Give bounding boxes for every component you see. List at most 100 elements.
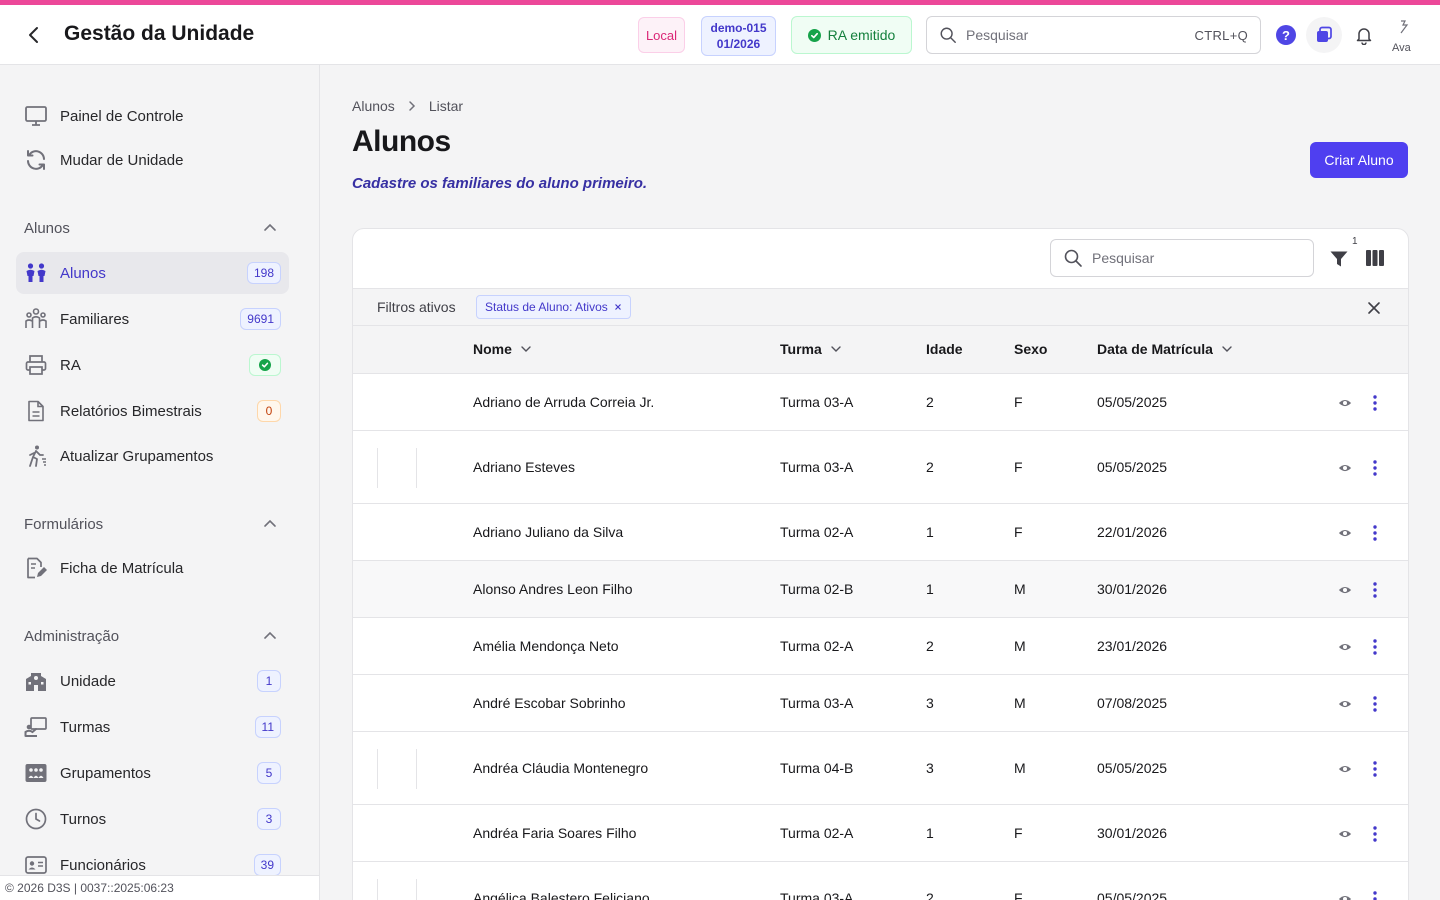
- cell-turma: Turma 02-A: [780, 825, 854, 841]
- view-button[interactable]: [1335, 523, 1355, 543]
- more-actions-button[interactable]: [1365, 824, 1385, 844]
- check-circle-icon: [807, 28, 821, 42]
- sidebar-item-alunos[interactable]: Alunos 198: [16, 252, 289, 294]
- table-search[interactable]: [1050, 239, 1314, 277]
- table-row[interactable]: Angélica Balestero Feliciano Turma 03-A 2 F…: [353, 862, 1408, 900]
- more-vertical-icon: [1373, 826, 1377, 842]
- sidebar-item-turmas[interactable]: Turmas 11: [16, 706, 289, 748]
- table-row[interactable]: Adriano de Arruda Correia Jr. Turma 03-A 2…: [353, 374, 1408, 431]
- sidebar-item-painel-de-controle[interactable]: Painel de Controle: [16, 95, 289, 137]
- switch-apps-button[interactable]: [1306, 17, 1342, 53]
- cell-nome: Adriano de Arruda Correia Jr.: [473, 394, 655, 410]
- sidebar-item-mudar-de-unidade[interactable]: Mudar de Unidade: [16, 139, 289, 181]
- sidebar-item-relatorios-bimestrais[interactable]: Relatórios Bimestrais 0: [16, 390, 289, 432]
- table-row[interactable]: Adriano Esteves Turma 03-A 2 F 05/05/2025: [353, 431, 1408, 504]
- view-button[interactable]: [1335, 458, 1355, 478]
- eye-icon: [1338, 399, 1352, 407]
- table-row[interactable]: Adriano Juliano da Silva Turma 02-A 1 F 22/0…: [353, 504, 1408, 561]
- cell-turma: Turma 03-A: [780, 459, 854, 475]
- refresh-icon: [24, 148, 48, 172]
- table-row[interactable]: Amélia Mendonça Neto Turma 02-A 2 M 23/01/20…: [353, 618, 1408, 675]
- ra-ok-badge: [249, 354, 281, 376]
- breadcrumb-alunos[interactable]: Alunos: [352, 98, 395, 114]
- sidebar-item-label: Turmas: [60, 718, 111, 736]
- sidebar-item-label: Relatórios Bimestrais: [60, 402, 202, 420]
- sidebar-item-familiares[interactable]: Familiares 9691: [16, 298, 289, 340]
- cell-data-matricula: 05/05/2025: [1097, 394, 1168, 410]
- sidebar-item-atualizar-grupamentos[interactable]: Atualizar Grupamentos: [16, 435, 289, 477]
- more-actions-button[interactable]: [1365, 393, 1385, 413]
- cell-idade: 3: [926, 760, 934, 776]
- column-header-nome[interactable]: Nome: [473, 341, 532, 357]
- sidebar-item-ficha-de-matricula[interactable]: Ficha de Matrícula: [16, 547, 289, 589]
- filter-icon: [1330, 251, 1348, 267]
- table-search-input[interactable]: [1092, 250, 1301, 266]
- student-photo: [377, 749, 417, 789]
- view-button[interactable]: [1335, 637, 1355, 657]
- more-actions-button[interactable]: [1365, 759, 1385, 779]
- sidebar-item-label: Funcionários: [60, 856, 146, 874]
- more-actions-button[interactable]: [1365, 523, 1385, 543]
- active-filters-bar: Filtros ativos Status de Aluno: Ativos: [353, 288, 1408, 326]
- family-icon: [24, 307, 48, 331]
- monitor-icon: [24, 104, 48, 128]
- clock-icon: [24, 807, 48, 831]
- ra-status-badge: RA emitido: [791, 16, 912, 54]
- more-actions-button[interactable]: [1365, 637, 1385, 657]
- more-actions-button[interactable]: [1365, 580, 1385, 600]
- unit-period-badge[interactable]: demo-015 01/2026: [701, 16, 776, 56]
- chevron-up-icon[interactable]: [262, 516, 278, 532]
- cell-data-matricula: 30/01/2026: [1097, 581, 1168, 597]
- sidebar-item-label: Familiares: [60, 310, 130, 328]
- view-button[interactable]: [1335, 393, 1355, 413]
- search-icon: [1064, 249, 1082, 267]
- view-button[interactable]: [1335, 759, 1355, 779]
- count-badge: 5: [257, 762, 281, 784]
- column-header-data-matricula[interactable]: Data de Matrícula: [1097, 341, 1233, 357]
- clear-filters-button[interactable]: [1365, 299, 1383, 317]
- chevron-up-icon[interactable]: [262, 628, 278, 644]
- view-button[interactable]: [1335, 580, 1355, 600]
- more-actions-button[interactable]: [1365, 889, 1385, 900]
- help-button[interactable]: ?: [1276, 25, 1296, 45]
- more-actions-button[interactable]: [1365, 694, 1385, 714]
- sidebar-item-unidade[interactable]: Unidade 1: [16, 660, 289, 702]
- cell-nome: Angélica Balestero Feliciano: [473, 890, 650, 900]
- create-student-button[interactable]: Criar Aluno: [1310, 142, 1408, 178]
- remove-filter-icon[interactable]: [614, 303, 622, 311]
- sidebar-item-grupamentos[interactable]: Grupamentos 5: [16, 752, 289, 794]
- students-icon: [24, 261, 48, 285]
- cell-turma: Turma 02-A: [780, 524, 854, 540]
- view-button[interactable]: [1335, 824, 1355, 844]
- table-row[interactable]: Alonso Andres Leon Filho Turma 02-B 1 M 30/0…: [353, 561, 1408, 618]
- cell-nome: Adriano Esteves: [473, 459, 575, 475]
- global-search[interactable]: CTRL+Q: [926, 16, 1261, 54]
- more-actions-button[interactable]: [1365, 458, 1385, 478]
- count-badge: 9691: [240, 308, 281, 330]
- more-vertical-icon: [1373, 525, 1377, 541]
- view-button[interactable]: [1335, 694, 1355, 714]
- more-vertical-icon: [1373, 582, 1377, 598]
- table-row[interactable]: Andréa Cláudia Montenegro Turma 04-B 3 M 05/…: [353, 732, 1408, 805]
- back-button[interactable]: [22, 23, 46, 47]
- columns-toggle-button[interactable]: [1364, 247, 1386, 269]
- eye-icon: [1338, 700, 1352, 708]
- bell-icon: [1356, 28, 1372, 45]
- column-header-turma[interactable]: Turma: [780, 341, 842, 357]
- sidebar-item-ra[interactable]: RA: [16, 344, 289, 386]
- groups-icon: [24, 761, 48, 785]
- global-search-input[interactable]: [966, 27, 1195, 43]
- chevron-up-icon[interactable]: [262, 220, 278, 236]
- filter-button[interactable]: [1327, 247, 1351, 271]
- section-title-administracao: Administração: [24, 628, 120, 645]
- sidebar: Painel de Controle Mudar de Unidade Alun…: [0, 65, 320, 900]
- view-button[interactable]: [1335, 889, 1355, 900]
- table-row[interactable]: André Escobar Sobrinho Turma 03-A 3 M 07/08/…: [353, 675, 1408, 732]
- filter-chip-status[interactable]: Status de Aluno: Ativos: [476, 295, 631, 319]
- table-row[interactable]: Andréa Faria Soares Filho Turma 02-A 1 F 30/…: [353, 805, 1408, 862]
- notifications-button[interactable]: [1352, 23, 1376, 47]
- sidebar-item-turnos[interactable]: Turnos 3: [16, 798, 289, 840]
- column-label: Data de Matrícula: [1097, 341, 1213, 357]
- eye-icon: [1338, 830, 1352, 838]
- user-avatar[interactable]: Ava: [1392, 19, 1424, 51]
